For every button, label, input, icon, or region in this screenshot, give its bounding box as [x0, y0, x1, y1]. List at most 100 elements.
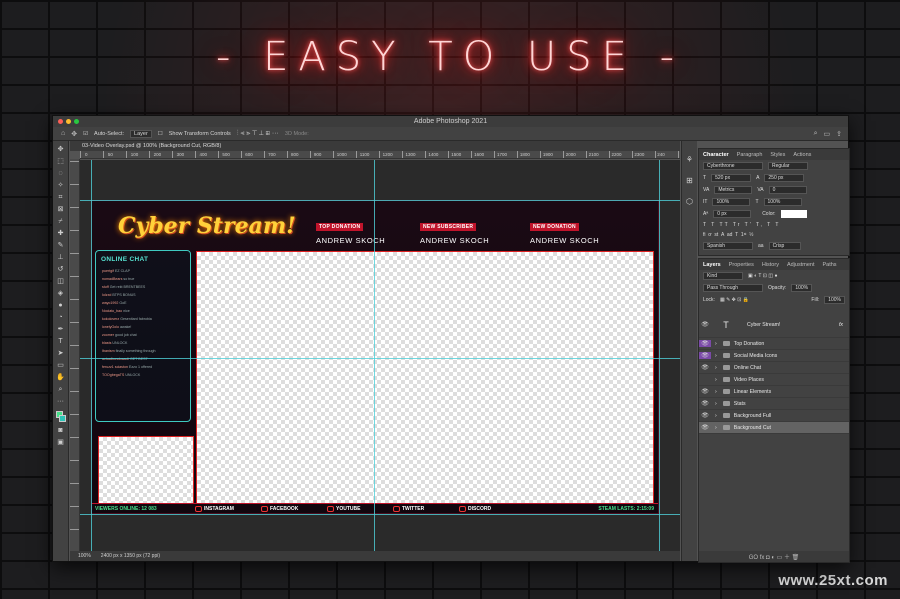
expand-chevron-icon[interactable]: › [715, 365, 717, 371]
3d-cube-icon[interactable]: ⬡ [685, 197, 694, 206]
brush-tool-icon[interactable]: ✎ [56, 241, 65, 250]
dodge-tool-icon[interactable]: ◔ [56, 313, 65, 322]
more-tools-icon[interactable]: ··· [56, 397, 65, 406]
anti-alias-select[interactable]: Crisp [768, 242, 801, 250]
transform-checkbox[interactable]: ☐ [158, 131, 163, 137]
expand-chevron-icon[interactable]: › [715, 413, 717, 419]
blend-mode-select[interactable]: Pass Through [703, 284, 763, 292]
layer-group-row[interactable]: 👁 › Stats [699, 398, 849, 410]
grid-icon[interactable]: ⊞ [685, 176, 694, 185]
lock-icons[interactable]: ▦ ✎ ✥ ⊡ 🔒 [720, 297, 749, 303]
layer-kind-filter[interactable]: Kind [703, 272, 743, 280]
baseline-field[interactable]: 0 px [713, 210, 752, 218]
maximize-window-button[interactable] [74, 119, 79, 124]
character-tab-paragraph[interactable]: Paragraph [737, 152, 763, 158]
layer-group-row[interactable]: 👁 › Top Donation [699, 338, 849, 350]
layer-group-row[interactable]: 👁 › Linear Elements [699, 386, 849, 398]
color-swatches[interactable] [55, 411, 66, 423]
character-tab-actions[interactable]: Actions [793, 152, 811, 158]
overlay-canvas[interactable]: Cyber Stream! TOP DONATION ANDREW SKOCH … [91, 200, 659, 514]
visibility-eye-icon[interactable]: 👁 [699, 340, 711, 347]
home-icon[interactable]: ⌂ [61, 130, 65, 137]
brush-settings-icon[interactable]: ⚘ [685, 155, 694, 164]
marquee-tool-icon[interactable]: ⬚ [56, 157, 65, 166]
visibility-eye-icon[interactable]: 👁 [699, 352, 711, 359]
share-icon[interactable]: ⇪ [836, 130, 842, 138]
pen-tool-icon[interactable]: ✒ [56, 325, 65, 334]
align-icons[interactable]: ⫶ ⫷ ⫸ ⊤ ⊥ ⊞ ··· [237, 130, 279, 138]
visibility-eye-icon[interactable]: 👁 [699, 424, 711, 431]
visibility-eye-icon[interactable]: 👁 [699, 412, 711, 419]
move-tool-icon[interactable]: ✥ [71, 130, 77, 138]
eyedropper-icon[interactable]: ⌿ [56, 217, 65, 226]
auto-select-checkbox[interactable]: ☑ [83, 131, 88, 137]
stamp-tool-icon[interactable]: ⊥ [56, 253, 65, 262]
healing-brush-icon[interactable]: ✚ [56, 229, 65, 238]
character-tab-styles[interactable]: Styles [770, 152, 785, 158]
expand-chevron-icon[interactable]: › [715, 389, 717, 395]
text-layer-row[interactable]: 👁 T Cyber Stream! fx [699, 312, 849, 338]
search-icon[interactable]: ⌕ [814, 130, 818, 138]
path-selection-icon[interactable]: ➤ [56, 349, 65, 358]
hand-tool-icon[interactable]: ✋ [56, 373, 65, 382]
layer-group-row[interactable]: 👁 › Online Chat [699, 362, 849, 374]
history-brush-icon[interactable]: ↺ [56, 265, 65, 274]
horizontal-scale-field[interactable]: 100% [763, 198, 802, 206]
workspace-icon[interactable]: ▭ [824, 130, 831, 138]
layers-footer-icons[interactable]: GO fx ◘ ◐ ▭ ＋ 🗑 [699, 551, 849, 562]
lasso-tool-icon[interactable]: ◌ [56, 169, 65, 178]
layer-group-row[interactable]: 👁 › Background Cut [699, 422, 849, 434]
vertical-ruler[interactable] [70, 159, 80, 553]
language-select[interactable]: Spanish [703, 242, 753, 250]
expand-chevron-icon[interactable]: › [715, 401, 717, 407]
type-style-buttons[interactable]: T T TT Tr T' T, T T [703, 222, 781, 228]
tracking-field[interactable]: 0 [768, 186, 807, 194]
layer-group-row[interactable]: › Video Places [699, 374, 849, 386]
fill-field[interactable]: 100% [824, 296, 845, 304]
zoom-tool-icon[interactable]: ⌕ [56, 385, 65, 394]
layers-tab-layers[interactable]: Layers [703, 262, 721, 268]
visibility-eye-icon[interactable]: 👁 [699, 400, 711, 407]
visibility-eye-icon[interactable]: 👁 [699, 364, 711, 371]
layers-tab-properties[interactable]: Properties [729, 262, 754, 268]
font-family-select[interactable]: Cyberthrone [703, 162, 763, 170]
auto-select-dropdown[interactable]: Layer [130, 129, 152, 138]
layer-group-row[interactable]: 👁 › Background Full [699, 410, 849, 422]
visibility-eye-icon[interactable]: 👁 [699, 321, 711, 328]
opacity-field[interactable]: 100% [791, 284, 813, 292]
layer-group-row[interactable]: 👁 › Social Media Icons [699, 350, 849, 362]
type-tool-icon[interactable]: T [56, 337, 65, 346]
fx-icon[interactable]: fx [839, 322, 843, 328]
blur-tool-icon[interactable]: ● [56, 301, 65, 310]
layers-tab-paths[interactable]: Paths [822, 262, 836, 268]
layers-tab-history[interactable]: History [762, 262, 779, 268]
frame-tool-icon[interactable]: ⊠ [56, 205, 65, 214]
expand-chevron-icon[interactable]: › [715, 341, 717, 347]
layers-tab-adjustment[interactable]: Adjustment [787, 262, 815, 268]
text-color-swatch[interactable] [780, 210, 807, 218]
move-tool-icon[interactable]: ✥ [56, 145, 65, 154]
font-size-field[interactable]: 520 px [711, 174, 752, 182]
close-window-button[interactable] [58, 119, 63, 124]
minimize-window-button[interactable] [66, 119, 71, 124]
rectangle-tool-icon[interactable]: ▭ [56, 361, 65, 370]
screen-mode-icon[interactable]: ▣ [56, 438, 65, 447]
ligature-buttons[interactable]: fi ơ st A ad T 1ˢᵗ ½ [703, 232, 753, 238]
document-tab[interactable]: 03-Video Overlay.psd @ 100% (Background … [70, 141, 680, 151]
leading-field[interactable]: 250 px [764, 174, 805, 182]
eraser-icon[interactable]: ◫ [56, 277, 65, 286]
paint-bucket-icon[interactable]: ◈ [56, 289, 65, 298]
kerning-field[interactable]: Metrics [714, 186, 753, 194]
expand-chevron-icon[interactable]: › [715, 353, 717, 359]
vertical-scale-field[interactable]: 100% [712, 198, 751, 206]
zoom-level[interactable]: 100% [78, 551, 91, 561]
expand-chevron-icon[interactable]: › [715, 377, 717, 383]
document-info[interactable]: 2400 px x 1350 px (72 ppi) [101, 551, 160, 561]
magic-wand-icon[interactable]: ✧ [56, 181, 65, 190]
expand-chevron-icon[interactable]: › [715, 425, 717, 431]
quick-mask-icon[interactable]: ◙ [56, 426, 65, 435]
character-tab-character[interactable]: Character [703, 152, 729, 158]
layer-filter-icons[interactable]: ▣ ◐ T ⊡ ◫ ● [748, 273, 778, 279]
font-style-select[interactable]: Regular [768, 162, 808, 170]
crop-tool-icon[interactable]: ⌗ [56, 193, 65, 202]
